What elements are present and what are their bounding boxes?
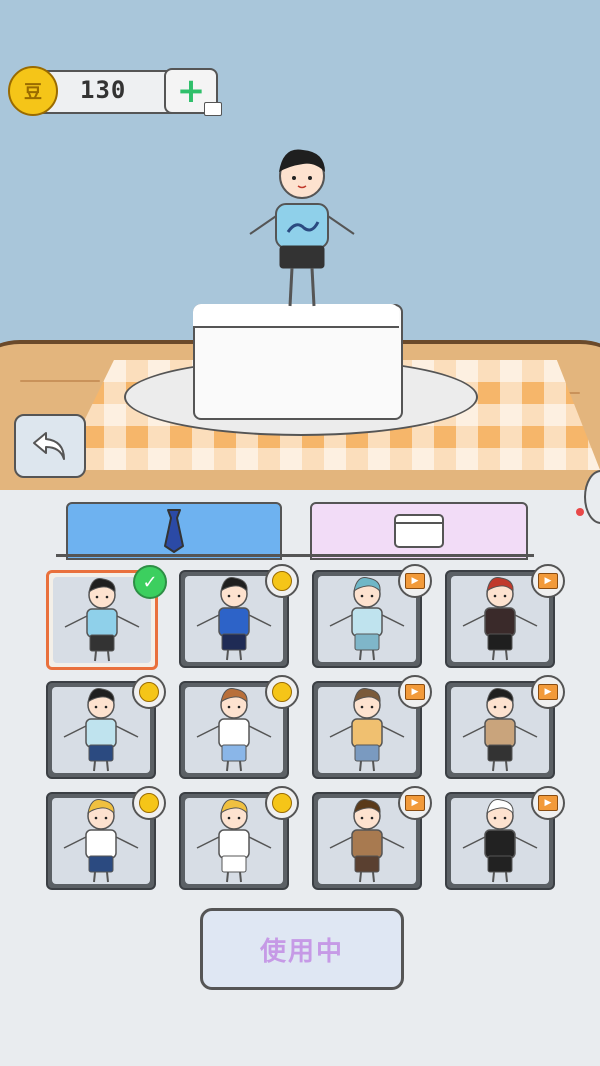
outfit-item-panda[interactable]: ▶ <box>445 786 565 890</box>
coin-icon: 豆 <box>8 66 58 116</box>
undo-arrow-icon <box>33 432 65 460</box>
outfit-item-pirate[interactable] <box>179 564 299 668</box>
main-character <box>249 149 355 307</box>
coin-price-badge <box>132 675 166 709</box>
coin-icon <box>272 793 292 813</box>
outfit-item-suspenders[interactable] <box>46 786 166 890</box>
outfit-item-winter-robe[interactable]: ▶ <box>312 564 432 668</box>
play-video-icon: ▶ <box>538 573 558 589</box>
video-ad-badge: ▶ <box>531 564 565 598</box>
coin-count: 130 <box>80 76 127 104</box>
box-icon <box>394 514 444 548</box>
outfit-item-farmer[interactable]: ▶ <box>312 675 432 779</box>
play-video-icon: ▶ <box>405 795 425 811</box>
plus-icon: + <box>176 71 206 111</box>
video-ad-badge: ▶ <box>531 786 565 820</box>
tab-clothes[interactable] <box>66 502 282 560</box>
video-ad-badge: ▶ <box>398 786 432 820</box>
coin-icon <box>139 793 159 813</box>
outfit-item-chef[interactable] <box>179 786 299 890</box>
outfit-item-monkey-king[interactable]: ▶ <box>445 564 565 668</box>
use-button-label: 使用中 <box>259 936 344 967</box>
video-ad-badge: ▶ <box>531 675 565 709</box>
tab-pedestal[interactable] <box>310 502 528 560</box>
add-coins-button[interactable]: + <box>164 68 222 116</box>
coin-icon <box>272 682 292 702</box>
outfit-item-student[interactable] <box>179 675 299 779</box>
outfit-item-martial[interactable]: ▶ <box>312 786 432 890</box>
tab-divider <box>56 554 534 557</box>
use-button[interactable]: 使用中 <box>200 908 404 990</box>
play-video-icon: ▶ <box>405 684 425 700</box>
outfit-item-vest[interactable]: ▶ <box>445 675 565 779</box>
video-ad-icon <box>204 102 222 116</box>
play-video-icon: ▶ <box>538 795 558 811</box>
currency-bar: 豆 130 + <box>8 66 222 116</box>
check-icon: ✓ <box>133 565 167 599</box>
tie-icon <box>164 509 184 553</box>
coin-price-badge <box>265 786 299 820</box>
outfit-item-scholar[interactable] <box>46 675 166 779</box>
play-video-icon: ▶ <box>405 573 425 589</box>
coin-icon <box>272 571 292 591</box>
video-ad-badge: ▶ <box>398 675 432 709</box>
play-video-icon: ▶ <box>538 684 558 700</box>
outfit-item-dinosaur-tshirt[interactable]: ✓ <box>46 565 167 670</box>
coin-price-badge <box>265 564 299 598</box>
coin-price-badge <box>265 675 299 709</box>
coin-price-badge <box>132 786 166 820</box>
coin-icon <box>139 682 159 702</box>
wood-grain <box>20 380 100 382</box>
video-ad-badge: ▶ <box>398 564 432 598</box>
back-button[interactable] <box>14 414 86 478</box>
notification-dot <box>576 508 584 516</box>
